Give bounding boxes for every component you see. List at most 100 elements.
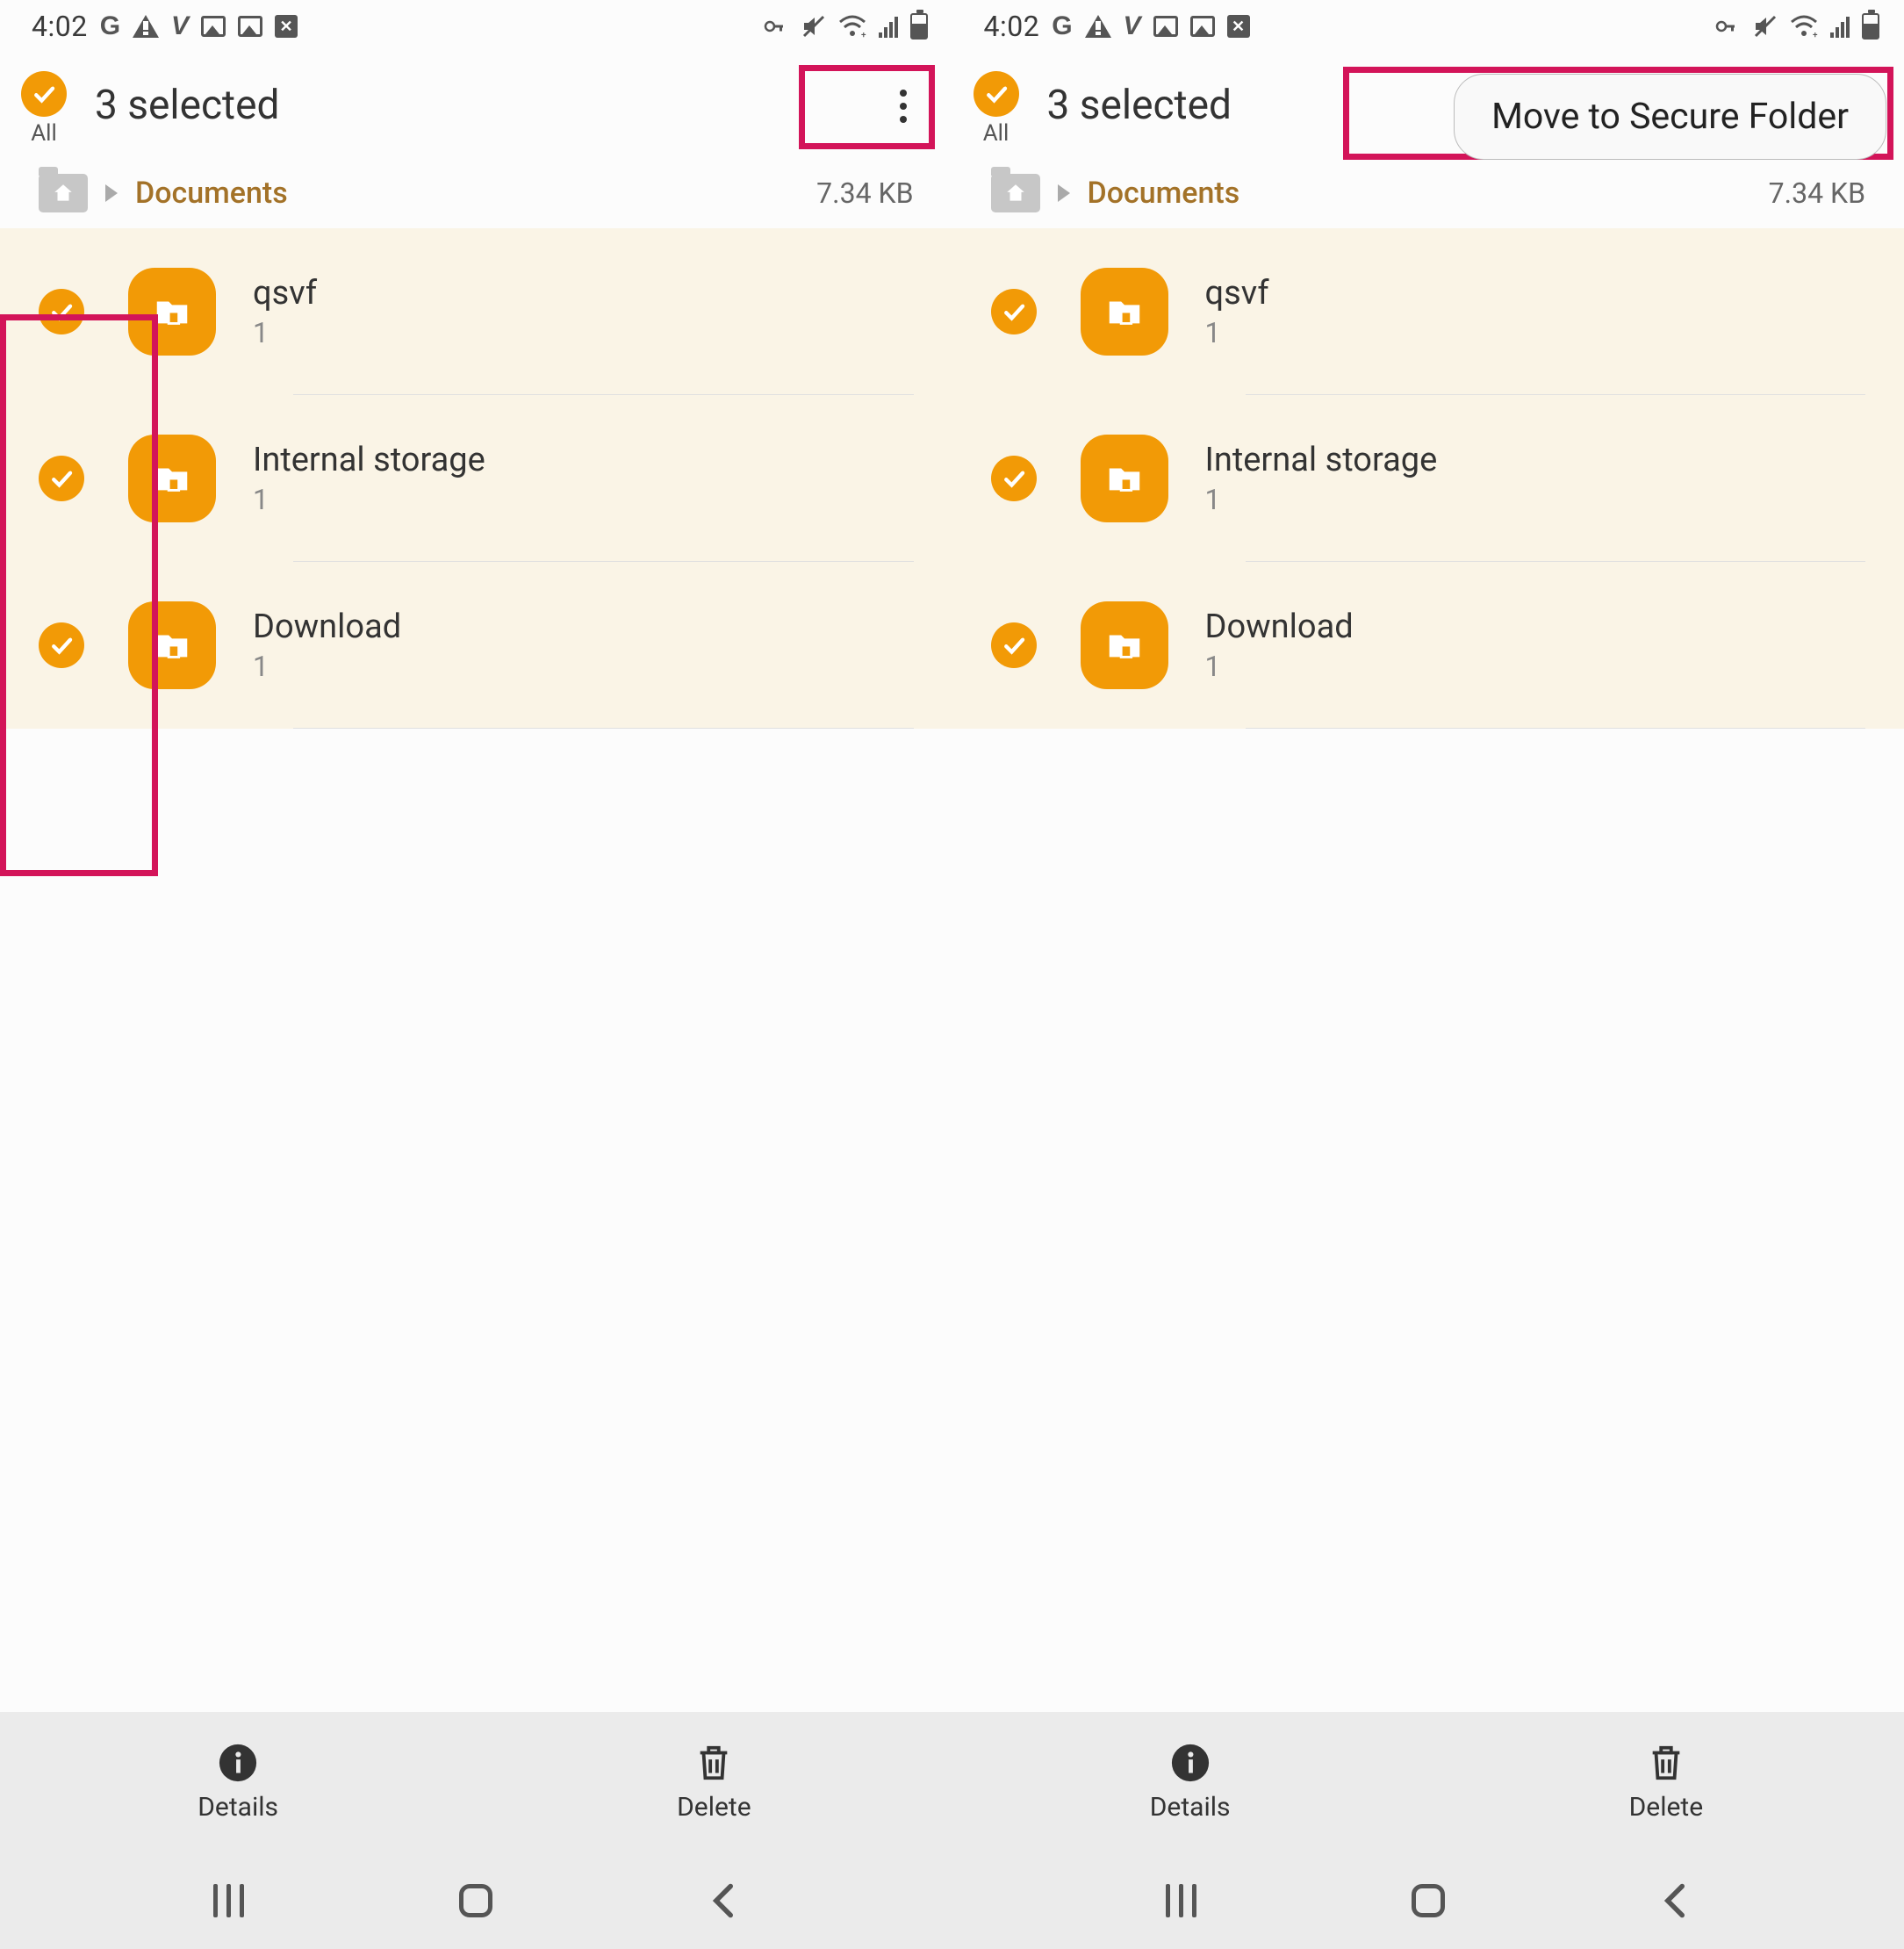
- action-label: Details: [1150, 1792, 1231, 1823]
- check-circle-icon: [39, 456, 84, 501]
- check-circle-icon: [991, 289, 1037, 334]
- file-name: Download: [253, 608, 914, 646]
- breadcrumb-current[interactable]: Documents: [1088, 176, 1240, 211]
- vpn-key-icon: [1711, 16, 1741, 37]
- check-circle-icon: [39, 289, 84, 334]
- wifi-icon: +: [1790, 15, 1818, 38]
- details-button[interactable]: Details: [0, 1712, 476, 1852]
- file-row[interactable]: qsvf 1: [952, 228, 1904, 395]
- picture-icon: [201, 16, 226, 37]
- home-folder-icon[interactable]: [39, 174, 88, 212]
- folder-icon: [1081, 268, 1168, 356]
- action-bar: Details Delete: [952, 1712, 1904, 1852]
- recents-button[interactable]: [1150, 1879, 1211, 1923]
- home-folder-icon[interactable]: [991, 174, 1040, 212]
- file-count: 1: [253, 483, 914, 516]
- file-row[interactable]: qsvf 1: [0, 228, 952, 395]
- back-button[interactable]: [693, 1879, 754, 1923]
- breadcrumb-bar: Documents 7.34 KB: [0, 158, 952, 228]
- delete-button[interactable]: Delete: [476, 1712, 952, 1852]
- wifi-icon: +: [838, 15, 866, 38]
- status-bar: 4:02 G V ✕ +: [952, 0, 1904, 53]
- chevron-right-icon: [1058, 184, 1070, 202]
- file-row[interactable]: Internal storage 1: [0, 395, 952, 562]
- action-label: Delete: [1629, 1792, 1704, 1823]
- battery-charging-icon: [910, 13, 928, 40]
- recents-button[interactable]: [198, 1879, 260, 1923]
- warning-icon: [133, 15, 159, 38]
- mute-icon: [801, 14, 826, 39]
- overflow-menu-button[interactable]: [884, 84, 923, 128]
- details-button[interactable]: Details: [952, 1712, 1428, 1852]
- overflow-menu-popup: Move to Secure Folder: [1454, 74, 1886, 160]
- vpn-key-icon: [759, 16, 789, 37]
- select-all-button[interactable]: All: [974, 71, 1019, 147]
- file-row[interactable]: Download 1: [0, 562, 952, 729]
- file-count: 1: [1205, 316, 1866, 349]
- select-all-label: All: [31, 120, 57, 147]
- battery-charging-icon: [1862, 13, 1879, 40]
- home-button[interactable]: [445, 1879, 507, 1923]
- folder-icon: [128, 268, 216, 356]
- home-button[interactable]: [1397, 1879, 1459, 1923]
- picture-icon: [238, 16, 262, 37]
- file-name: Download: [1205, 608, 1866, 646]
- recents-icon: [213, 1884, 244, 1917]
- file-list[interactable]: qsvf 1 Internal storage 1: [0, 228, 952, 1712]
- folder-icon: [1081, 435, 1168, 522]
- row-checkbox[interactable]: [39, 289, 84, 334]
- folder-size: 7.34 KB: [816, 176, 913, 210]
- v-icon: V: [1124, 11, 1141, 41]
- folder-icon: [128, 435, 216, 522]
- action-bar: Details Delete: [0, 1712, 952, 1852]
- delete-button[interactable]: Delete: [1428, 1712, 1904, 1852]
- file-name: qsvf: [253, 274, 914, 313]
- picture-icon: [1153, 16, 1178, 37]
- select-all-button[interactable]: All: [21, 71, 67, 147]
- selection-count: 3 selected: [95, 82, 279, 129]
- screenshot-left: 4:02 G V ✕ +: [0, 0, 952, 1949]
- warning-icon: [1085, 15, 1111, 38]
- file-count: 1: [1205, 483, 1866, 516]
- check-circle-icon: [39, 622, 84, 668]
- x-badge-icon: ✕: [275, 15, 298, 38]
- back-icon: [708, 1881, 738, 1920]
- file-count: 1: [253, 650, 914, 683]
- row-checkbox[interactable]: [39, 456, 84, 501]
- file-name: qsvf: [1205, 274, 1866, 313]
- file-name: Internal storage: [253, 441, 914, 479]
- selection-count: 3 selected: [1047, 82, 1232, 129]
- breadcrumb-current[interactable]: Documents: [135, 176, 288, 211]
- check-circle-icon: [991, 622, 1037, 668]
- mute-icon: [1753, 14, 1778, 39]
- picture-icon: [1190, 16, 1215, 37]
- file-count: 1: [1205, 650, 1866, 683]
- back-button[interactable]: [1644, 1879, 1706, 1923]
- navigation-bar: [952, 1852, 1904, 1949]
- menu-item-move-secure[interactable]: Move to Secure Folder: [1491, 96, 1849, 138]
- folder-size: 7.34 KB: [1769, 176, 1865, 210]
- svg-text:+: +: [861, 31, 866, 38]
- g-icon: G: [100, 11, 120, 41]
- file-row[interactable]: Download 1: [952, 562, 1904, 729]
- g-icon: G: [1052, 11, 1072, 41]
- check-circle-icon: [974, 71, 1019, 117]
- check-circle-icon: [991, 456, 1037, 501]
- action-label: Details: [198, 1792, 278, 1823]
- status-time: 4:02: [32, 10, 88, 43]
- folder-icon: [1081, 601, 1168, 689]
- status-bar: 4:02 G V ✕ +: [0, 0, 952, 53]
- file-list[interactable]: qsvf 1 Internal storage 1: [952, 228, 1904, 1712]
- file-name: Internal storage: [1205, 441, 1866, 479]
- back-icon: [1660, 1881, 1690, 1920]
- file-row[interactable]: Internal storage 1: [952, 395, 1904, 562]
- row-checkbox[interactable]: [39, 622, 84, 668]
- screenshot-right: 4:02 G V ✕ +: [952, 0, 1904, 1949]
- row-checkbox[interactable]: [991, 456, 1037, 501]
- svg-text:+: +: [1813, 31, 1818, 38]
- selection-header: All 3 selected: [0, 53, 952, 158]
- signal-icon: [1830, 15, 1850, 38]
- row-checkbox[interactable]: [991, 289, 1037, 334]
- row-checkbox[interactable]: [991, 622, 1037, 668]
- home-icon: [459, 1884, 492, 1917]
